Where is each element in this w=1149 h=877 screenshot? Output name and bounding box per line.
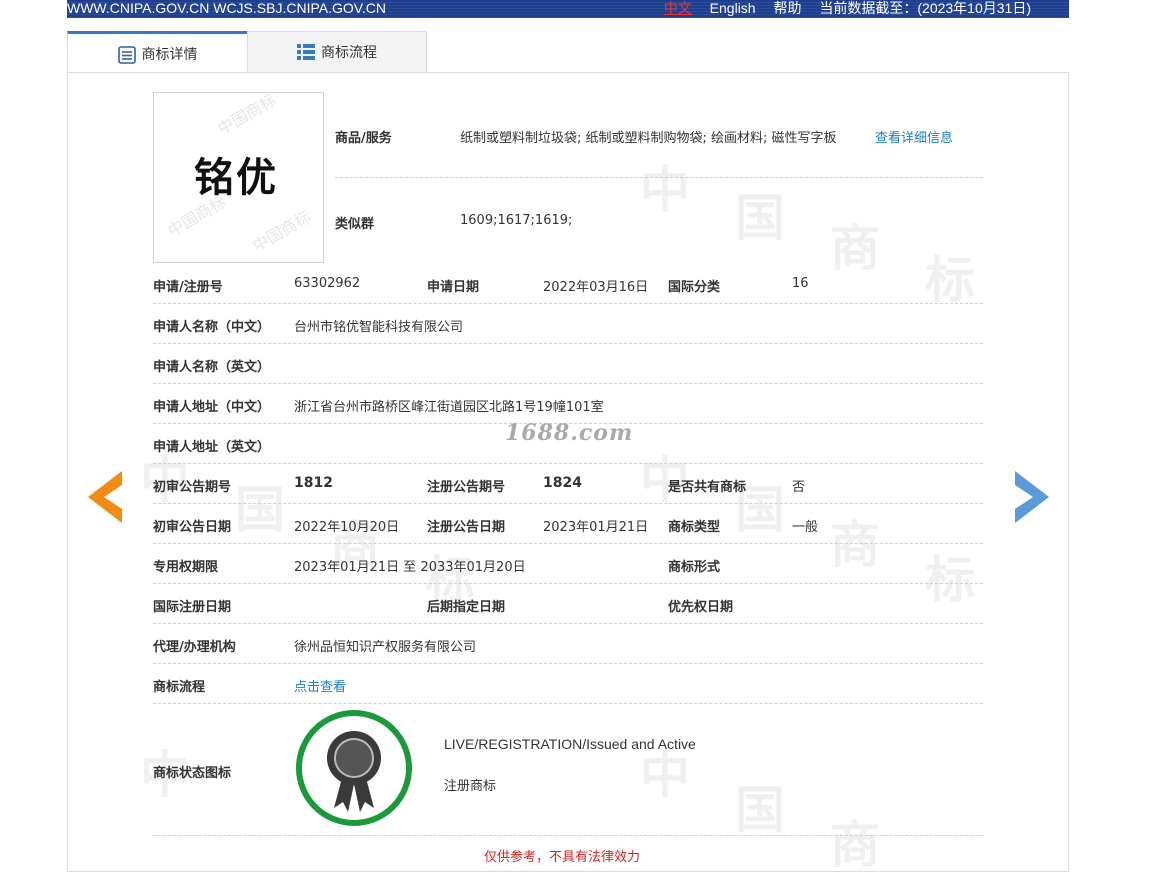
shared-value: 否 [792,480,806,495]
next-arrow-icon[interactable] [1015,471,1049,523]
data-date: 当前数据截至：(2023年10月31日) [819,0,1031,16]
app-date-label: 申请日期 [427,280,480,295]
address-en-label: 申请人地址（英文） [153,440,271,455]
applicant-cn-value: 台州市铭优智能科技有限公司 [294,320,464,335]
reg-issue-value: 1824 [543,475,582,491]
status-en: LIVE/REGISTRATION/Issued and Active [444,736,696,752]
lang-en-link[interactable]: English [710,0,756,16]
address-cn-label: 申请人地址（中文） [153,400,271,415]
intl-class-value: 16 [792,276,809,291]
trademark-text: 铭优 [194,155,278,201]
applicant-cn-label: 申请人名称（中文） [153,320,271,335]
similar-group-label: 类似群 [335,217,375,232]
later-date-label: 后期指定日期 [427,600,506,615]
divider [153,623,983,624]
divider [153,463,983,464]
exclusive-value: 2023年01月21日 至 2033年01月20日 [294,560,526,575]
priority-date-label: 优先权日期 [668,600,734,615]
exclusive-label: 专用权期限 [153,560,219,575]
goods-label: 商品/服务 [335,131,392,146]
app-date-value: 2022年03月16日 [543,280,649,295]
address-cn-value: 浙江省台州市路桥区峰江街道园区北路1号19幢101室 [294,400,604,415]
reg-date-label: 注册公告日期 [427,520,506,535]
divider [153,303,983,304]
list-icon [297,44,315,60]
disclaimer: 仅供参考，不具有法律效力 [484,850,641,865]
prelim-issue-label: 初审公告期号 [153,480,232,495]
tab-label: 商标流程 [321,45,377,61]
site-watermark: 1688.com [505,420,634,446]
trademark-image: 中国商标 中国商标 中国商标 铭优 [153,92,324,263]
tm-type-value: 一般 [792,520,819,535]
prelim-date-label: 初审公告日期 [153,520,232,535]
agent-value: 徐州品恒知识产权服务有限公司 [294,640,477,655]
tm-form-label: 商标形式 [668,560,721,575]
divider [335,177,983,178]
view-details-link[interactable]: 查看详细信息 [875,127,953,146]
applicant-en-label: 申请人名称（英文） [153,360,271,375]
status-icon-label: 商标状态图标 [153,766,232,781]
reg-no-value: 63302962 [294,276,361,291]
logo-watermark: 中国商标 [249,207,315,256]
divider [153,583,983,584]
flow-label: 商标流程 [153,680,206,695]
previous-arrow-icon[interactable] [88,471,122,523]
prelim-date-value: 2022年10月20日 [294,520,400,535]
divider [153,383,983,384]
prelim-issue-value: 1812 [294,475,333,491]
tab-trademark-flow[interactable]: 商标流程 [247,31,427,72]
similar-group-value: 1609;1617;1619; [460,213,573,228]
divider [153,835,983,836]
reg-no-label: 申请/注册号 [153,280,223,295]
divider [153,343,983,344]
registration-seal-icon [294,708,414,828]
agent-label: 代理/办理机构 [153,640,236,655]
reg-date-value: 2023年01月21日 [543,520,649,535]
shared-label: 是否共有商标 [668,480,747,495]
tab-trademark-detail[interactable]: 商标详情 [67,31,248,73]
help-link[interactable]: 帮助 [773,0,801,16]
tab-label: 商标详情 [141,46,198,63]
divider [153,503,983,504]
divider [153,543,983,544]
intl-reg-date-label: 国际注册日期 [153,600,232,615]
logo-watermark: 中国商标 [214,92,280,139]
divider [153,663,983,664]
intl-class-label: 国际分类 [668,280,721,295]
flow-link[interactable]: 点击查看 [294,676,346,695]
reg-issue-label: 注册公告期号 [427,480,506,495]
site-domains: WWW.CNIPA.GOV.CN WCJS.SBJ.CNIPA.GOV.CN [67,0,386,16]
document-list-icon [117,45,136,64]
top-nav: 中文 English 帮助 当前数据截至：(2023年10月31日) [650,0,1031,16]
top-bar: WWW.CNIPA.GOV.CN WCJS.SBJ.CNIPA.GOV.CN 中… [67,0,1069,18]
lang-zh-link[interactable]: 中文 [664,0,692,16]
goods-value: 纸制或塑料制垃圾袋; 纸制或塑料制购物袋; 绘画材料; 磁性写字板 [460,131,837,146]
tm-type-label: 商标类型 [668,520,721,535]
divider [153,703,983,704]
status-cn: 注册商标 [444,779,497,794]
